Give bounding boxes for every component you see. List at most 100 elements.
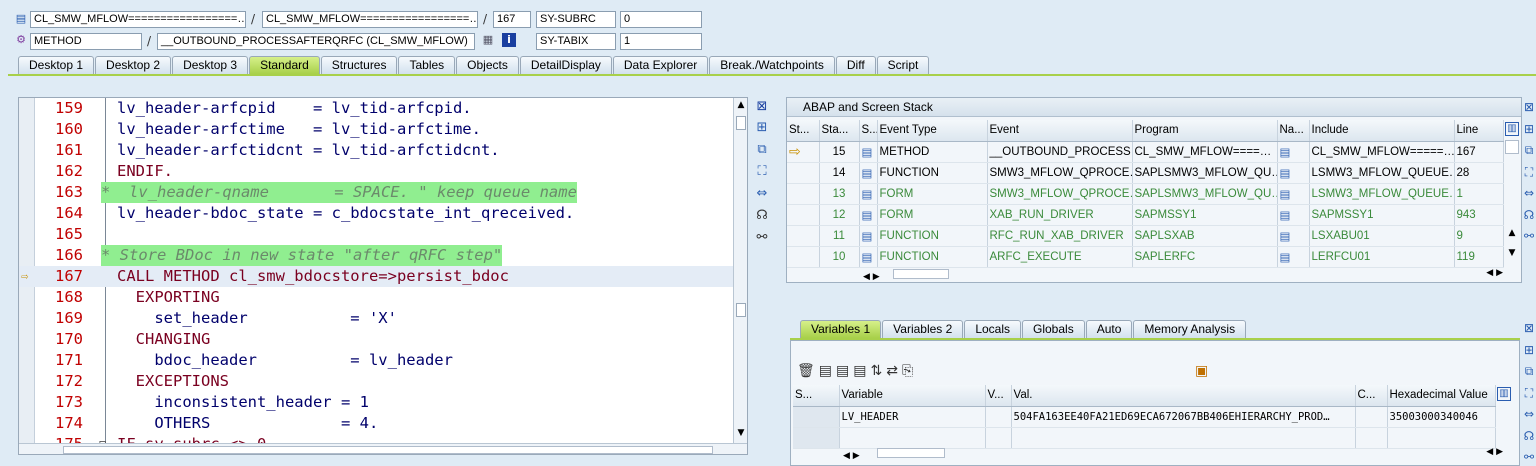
stack-col-header[interactable]: S...: [859, 120, 878, 142]
var-cell-sel[interactable]: [793, 406, 840, 428]
var-cell-empty[interactable]: [793, 427, 840, 449]
headset-icon[interactable]: ☊: [754, 208, 770, 224]
code-line[interactable]: 173 inconsistent_header = 1: [19, 392, 735, 413]
split-icon[interactable]: ⧉: [754, 142, 770, 158]
line-field[interactable]: 167: [493, 11, 531, 28]
var-col-header[interactable]: Variable: [839, 385, 986, 407]
editor-hscrollbar[interactable]: [19, 443, 747, 454]
stack-row[interactable]: 11 ▤ FUNCTION RFC_RUN_XAB_DRIVER SAPLSXAB ▤ LS…: [787, 225, 1504, 247]
insert-icon[interactable]: ▤: [836, 363, 853, 379]
copy-icon[interactable]: ⎘: [902, 363, 917, 379]
vartab-locals[interactable]: Locals: [964, 320, 1021, 338]
stack-hscrollbar[interactable]: ◀ ▶ ◀ ▶: [863, 268, 1503, 282]
close-icon[interactable]: ⊠: [754, 99, 770, 115]
stack-cell: [787, 183, 820, 205]
code-line[interactable]: 172 EXCEPTIONS: [19, 371, 735, 392]
stack-row[interactable]: 14 ▤ FUNCTION SMW3_MFLOW_QPROCE… SAPLSMW3_MF…: [787, 162, 1504, 184]
code-line[interactable]: 159 lv_header-arfcpid = lv_tid-arfcpid.: [19, 98, 735, 119]
tab-structures[interactable]: Structures: [320, 56, 398, 74]
stack-row[interactable]: ⇨ 15 ▤ METHOD __OUTBOUND_PROCESS… CL_SMW_MFLO…: [787, 141, 1504, 163]
sysvalue-2[interactable]: 1: [620, 33, 702, 50]
stack-col-header[interactable]: Event: [987, 120, 1133, 142]
code-line[interactable]: 168 EXPORTING: [19, 287, 735, 308]
vartab-variables-1[interactable]: Variables 1: [800, 320, 882, 338]
new-icon[interactable]: ⊞: [754, 120, 770, 136]
var-col-header[interactable]: Hexadecimal Value: [1387, 385, 1496, 407]
var-cell-empty[interactable]: [1011, 427, 1356, 449]
var-hscrollbar[interactable]: ◀ ▶ ◀ ▶: [843, 447, 1503, 461]
tab-break-watchpoints[interactable]: Break./Watchpoints: [709, 56, 835, 74]
move-icon[interactable]: ⇄: [886, 363, 902, 379]
code-line[interactable]: 170 CHANGING: [19, 329, 735, 350]
tree-icon[interactable]: ⚯: [754, 230, 770, 246]
code-line[interactable]: 160 lv_header-arfctime = lv_tid-arfctime.: [19, 119, 735, 140]
stack-row[interactable]: 13 ▤ FORM SMW3_MFLOW_QPROCE… SAPLSMW3_MFLOW_…: [787, 183, 1504, 205]
code-editor[interactable]: 159 lv_header-arfcpid = lv_tid-arfcpid. 16…: [18, 97, 748, 455]
stack-vscrollbar[interactable]: ▲ ▼: [1505, 140, 1519, 260]
var-cell-empty[interactable]: [1355, 427, 1388, 449]
code-line[interactable]: 165: [19, 224, 735, 245]
stack-settings-icon[interactable]: ▥: [1505, 122, 1519, 136]
tab-tables[interactable]: Tables: [398, 56, 456, 74]
tab-objects[interactable]: Objects: [456, 56, 519, 74]
tab-standard[interactable]: Standard: [249, 56, 320, 74]
save-icon[interactable]: ▣: [1195, 363, 1208, 379]
code-line[interactable]: 171 bdoc_header = lv_header: [19, 350, 735, 371]
code-line[interactable]: 163 * lv_header-qname = SPACE. " keep que…: [19, 182, 735, 203]
fullscreen-icon[interactable]: ⛶: [754, 164, 770, 180]
stack-col-header[interactable]: St...: [787, 120, 820, 142]
code-line[interactable]: 161 lv_header-arfctidcnt = lv_tid-arfctid…: [19, 140, 735, 161]
display-icon[interactable]: ▦: [481, 33, 495, 47]
stack-row[interactable]: 10 ▤ FUNCTION ARFC_EXECUTE SAPLERFC ▤ LERFCU01…: [787, 246, 1504, 268]
vartab-variables-2[interactable]: Variables 2: [882, 320, 964, 338]
sort-icon[interactable]: ⇅: [870, 363, 886, 379]
var-col-header[interactable]: C...: [1355, 385, 1388, 407]
var-cell-empty[interactable]: [1387, 427, 1496, 449]
variable-row[interactable]: LV_HEADER 504FA163EE40FA21ED69ECA672067BB…: [793, 406, 1496, 428]
sysfield-2[interactable]: SY-TABIX: [536, 33, 616, 50]
delete-icon[interactable]: 🗑: [797, 363, 819, 379]
stack-col-header[interactable]: Include: [1309, 120, 1455, 142]
var-col-header[interactable]: Val.: [1011, 385, 1356, 407]
event-field[interactable]: __OUTBOUND_PROCESSAFTERQRFC (CL_SMW_MFLO…: [157, 33, 475, 50]
code-line[interactable]: 174 OTHERS = 4.: [19, 413, 735, 434]
code-line[interactable]: 164 lv_header-bdoc_state = c_bdocstate_in…: [19, 203, 735, 224]
empty-variable-row[interactable]: [793, 427, 1496, 449]
program-field[interactable]: CL_SMW_MFLOW=================…: [30, 11, 246, 28]
stack-col-header[interactable]: Program: [1132, 120, 1278, 142]
vartab-auto[interactable]: Auto: [1085, 320, 1133, 338]
table-icon[interactable]: ▤: [819, 363, 836, 379]
tab-diff[interactable]: Diff: [835, 56, 876, 74]
code-line[interactable]: 167 CALL METHOD cl_smw_bdocstore=>persist…: [19, 266, 735, 287]
include-field[interactable]: CL_SMW_MFLOW=================…: [262, 11, 478, 28]
tab-desktop-1[interactable]: Desktop 1: [18, 56, 95, 74]
sysvalue-1[interactable]: 0: [620, 11, 702, 28]
stack-col-header[interactable]: Line: [1454, 120, 1504, 142]
stack-col-header[interactable]: Na...: [1277, 120, 1310, 142]
swap-icon[interactable]: ⇔: [754, 186, 770, 202]
vartab-memory-analysis[interactable]: Memory Analysis: [1133, 320, 1247, 338]
var-settings-icon[interactable]: ▥: [1497, 387, 1511, 401]
tab-desktop-3[interactable]: Desktop 3: [172, 56, 249, 74]
tab-data-explorer[interactable]: Data Explorer: [612, 56, 709, 74]
var-cell-empty[interactable]: [839, 427, 986, 449]
vartab-globals[interactable]: Globals: [1022, 320, 1085, 338]
tab-script[interactable]: Script: [876, 56, 930, 74]
tab-desktop-2[interactable]: Desktop 2: [95, 56, 172, 74]
stack-cell-event: XAB_RUN_DRIVER: [987, 204, 1133, 226]
info-icon[interactable]: i: [502, 33, 516, 47]
stack-col-header[interactable]: Event Type: [877, 120, 988, 142]
editor-vscrollbar[interactable]: ▲ ▼: [733, 98, 747, 443]
kind-field[interactable]: METHOD: [30, 33, 142, 50]
stack-col-header[interactable]: Sta...: [819, 120, 860, 142]
code-line[interactable]: 162 ENDIF.: [19, 161, 735, 182]
var-cell-empty[interactable]: [985, 427, 1012, 449]
code-line[interactable]: 166 * Store BDoc in new state "after qRFC…: [19, 245, 735, 266]
remove-icon[interactable]: ▤: [853, 363, 870, 379]
var-col-header[interactable]: V...: [985, 385, 1012, 407]
sysfield-1[interactable]: SY-SUBRC: [536, 11, 616, 28]
code-line[interactable]: 169 set_header = 'X': [19, 308, 735, 329]
tab-detaildisplay[interactable]: DetailDisplay: [519, 56, 612, 74]
var-col-header[interactable]: S...: [793, 385, 840, 407]
stack-row[interactable]: 12 ▤ FORM XAB_RUN_DRIVER SAPMSSY1 ▤ SAPMSSY1 94…: [787, 204, 1504, 226]
